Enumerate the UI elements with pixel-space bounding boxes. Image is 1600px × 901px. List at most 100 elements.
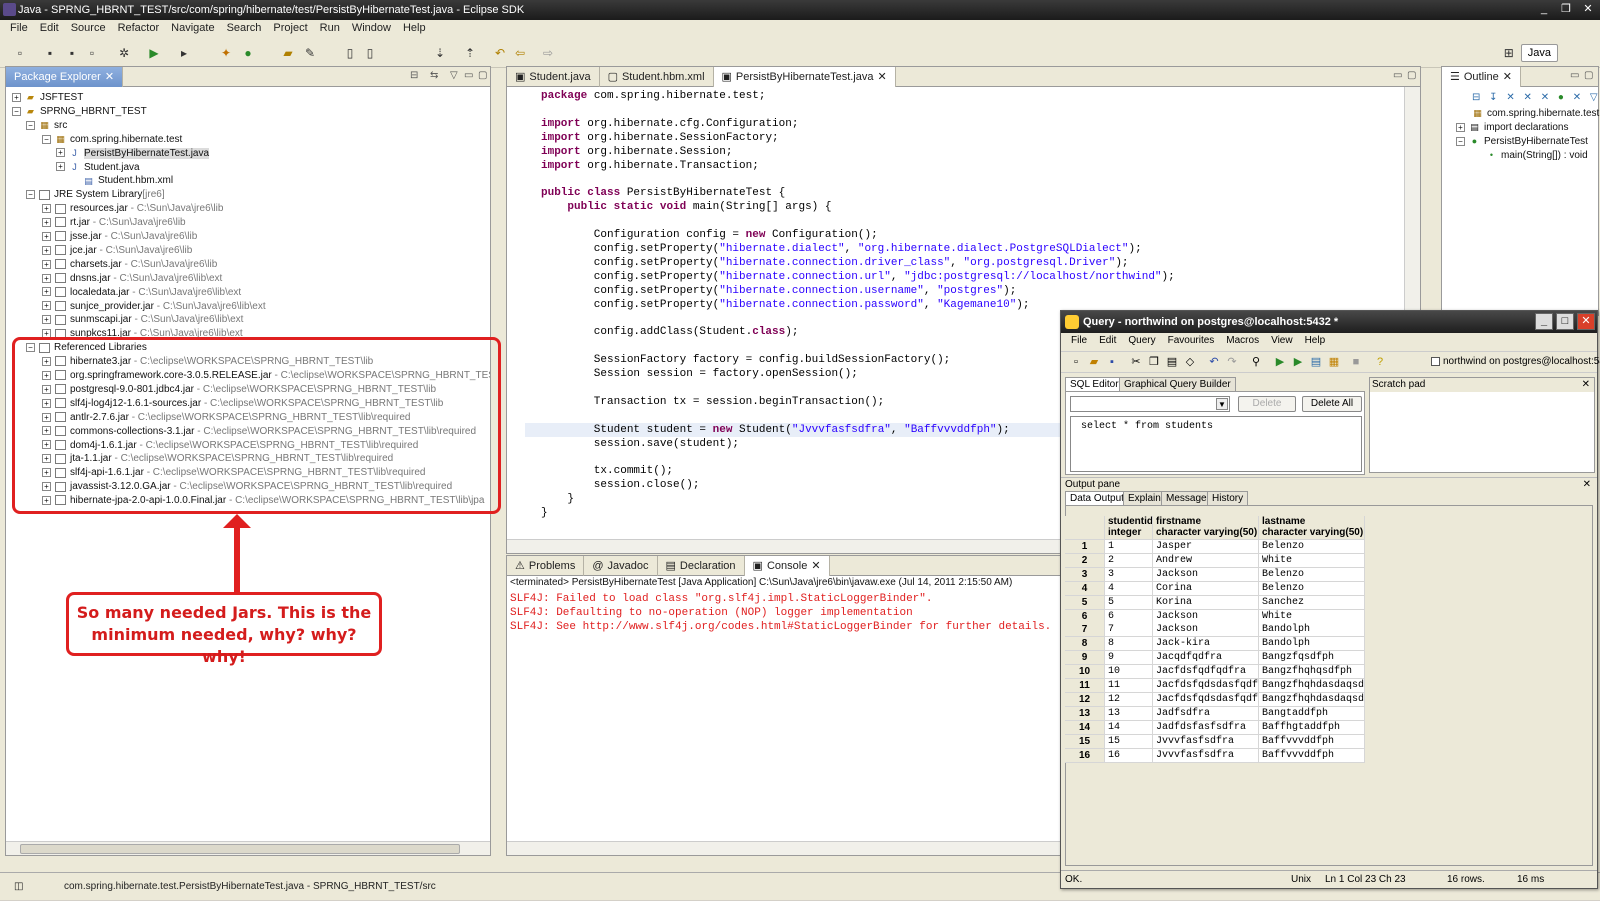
- collapse-icon[interactable]: −: [26, 190, 35, 200]
- cell-studentid[interactable]: 3: [1105, 567, 1153, 582]
- execute-to-file-icon[interactable]: ▤: [1309, 355, 1323, 369]
- outline-class-row[interactable]: − ● PersistByHibernateTest: [1456, 135, 1588, 149]
- cell-studentid[interactable]: 13: [1105, 706, 1153, 721]
- cell-lastname[interactable]: Belenzo: [1259, 567, 1365, 582]
- cell-studentid[interactable]: 15: [1105, 734, 1153, 749]
- menu-run[interactable]: Run: [314, 20, 346, 38]
- open-icon[interactable]: ▰: [1087, 355, 1101, 369]
- chevron-down-icon[interactable]: ▼: [1216, 398, 1228, 410]
- cell-studentid[interactable]: 12: [1105, 692, 1153, 707]
- table-row[interactable]: 10 10 Jacfdsfqdfqdfra Bangzfhqhqsdfph: [1065, 665, 1370, 680]
- view-menu-icon[interactable]: ▽: [1590, 92, 1598, 103]
- cell-studentid[interactable]: 9: [1105, 651, 1153, 666]
- cell-firstname[interactable]: Andrew: [1153, 553, 1259, 568]
- cell-studentid[interactable]: 10: [1105, 665, 1153, 680]
- cell-studentid[interactable]: 7: [1105, 623, 1153, 638]
- cell-studentid[interactable]: 1: [1105, 540, 1153, 554]
- maximize-view-icon[interactable]: ▢: [1584, 70, 1593, 81]
- cell-studentid[interactable]: 11: [1105, 679, 1153, 693]
- expand-icon[interactable]: +: [56, 148, 65, 158]
- close-icon[interactable]: ✕: [1503, 68, 1512, 87]
- close-icon[interactable]: ✕: [105, 68, 114, 87]
- minimize-button[interactable]: _: [1536, 2, 1552, 17]
- cell-firstname[interactable]: Corina: [1153, 581, 1259, 596]
- maximize-view-icon[interactable]: ▢: [478, 70, 487, 81]
- tab-problems[interactable]: ⚠ Problems: [507, 556, 585, 576]
- help-icon[interactable]: ?: [1373, 355, 1387, 369]
- cell-lastname[interactable]: Sanchez: [1259, 595, 1365, 610]
- cell-firstname[interactable]: Jackson: [1153, 609, 1259, 624]
- new-java-project-icon[interactable]: ✦: [218, 45, 234, 61]
- tree-item[interactable]: + resources.jar - C:\Sun\Java\jre6\lib: [42, 202, 223, 216]
- cell-lastname[interactable]: Baffvvvddfph: [1259, 748, 1365, 763]
- cell-firstname[interactable]: Jadfsdfra: [1153, 706, 1259, 721]
- tab-student-java[interactable]: ▣ Student.java: [507, 67, 600, 87]
- save-icon[interactable]: ▪: [42, 45, 58, 61]
- expand-icon[interactable]: +: [42, 245, 51, 255]
- cell-studentid[interactable]: 8: [1105, 637, 1153, 652]
- tab-history[interactable]: History: [1207, 491, 1249, 505]
- tab-javadoc[interactable]: @ Javadoc: [584, 556, 658, 576]
- tree-item[interactable]: + localedata.jar - C:\Sun\Java\jre6\lib\e…: [42, 286, 241, 300]
- link-editor-icon[interactable]: ⇆: [430, 70, 438, 81]
- expand-icon[interactable]: +: [12, 92, 21, 102]
- expand-icon[interactable]: +: [42, 301, 51, 311]
- expand-icon[interactable]: +: [42, 259, 51, 269]
- cell-studentid[interactable]: 14: [1105, 720, 1153, 735]
- cell-lastname[interactable]: Bangzfhqhdasdaqsdf: [1259, 692, 1365, 707]
- column-header-studentid[interactable]: studentid integer: [1105, 516, 1153, 540]
- tree-item[interactable]: − ▦ src: [26, 119, 67, 133]
- tree-item[interactable]: − ▰ SPRNG_HBRNT_TEST: [12, 105, 147, 119]
- run-icon[interactable]: ▶: [146, 45, 162, 61]
- cell-studentid[interactable]: 4: [1105, 581, 1153, 596]
- expand-icon[interactable]: +: [42, 204, 51, 214]
- search-icon[interactable]: ✎: [302, 45, 318, 61]
- menu-edit[interactable]: Edit: [34, 20, 65, 38]
- cell-studentid[interactable]: 16: [1105, 748, 1153, 763]
- save-all-icon[interactable]: ▪: [64, 45, 80, 61]
- forward-icon[interactable]: ⇨: [540, 45, 556, 61]
- collapse-all-icon[interactable]: ⊟: [410, 70, 418, 81]
- scratch-pad-text-area[interactable]: [1372, 394, 1592, 470]
- cell-lastname[interactable]: Bangtaddfph: [1259, 706, 1365, 721]
- hide-static-icon[interactable]: ✕: [1524, 92, 1532, 103]
- cell-firstname[interactable]: Jadfdsfasfsdfra: [1153, 720, 1259, 735]
- open-type-icon[interactable]: ▰: [280, 45, 296, 61]
- cell-firstname[interactable]: Jasper: [1153, 540, 1259, 554]
- close-icon[interactable]: ✕: [811, 557, 820, 576]
- print-icon[interactable]: ▫: [84, 45, 100, 61]
- save-icon[interactable]: ▪: [1105, 355, 1119, 369]
- cell-studentid[interactable]: 2: [1105, 553, 1153, 568]
- expand-icon[interactable]: +: [1456, 122, 1465, 132]
- menu-macros[interactable]: Macros: [1220, 333, 1265, 351]
- close-icon[interactable]: ✕: [1582, 379, 1590, 390]
- tree-item[interactable]: + sunjce_provider.jar - C:\Sun\Java\jre6\…: [42, 300, 266, 314]
- menu-query[interactable]: Query: [1122, 333, 1161, 351]
- horizontal-scrollbar[interactable]: [507, 841, 1060, 855]
- delete-button[interactable]: Delete: [1238, 396, 1296, 412]
- clear-icon[interactable]: ◇: [1183, 355, 1197, 369]
- execute-pgscript-icon[interactable]: ▶: [1291, 355, 1305, 369]
- mark-icon[interactable]: ▯: [362, 45, 378, 61]
- tree-item[interactable]: − ▦ com.spring.hibernate.test: [42, 133, 182, 147]
- sort-icon[interactable]: ↧: [1489, 92, 1497, 103]
- expand-icon[interactable]: +: [42, 315, 51, 325]
- find-icon[interactable]: ⚲: [1249, 355, 1263, 369]
- outline-method-row[interactable]: • main(String[]) : void: [1486, 149, 1588, 163]
- delete-all-button[interactable]: Delete All: [1302, 396, 1362, 412]
- collapse-icon[interactable]: −: [26, 120, 35, 130]
- cancel-query-icon[interactable]: ■: [1349, 355, 1363, 369]
- menu-file[interactable]: File: [1065, 333, 1093, 351]
- java-perspective-button[interactable]: Java: [1520, 44, 1558, 62]
- outline-package-row[interactable]: ▦ com.spring.hibernate.test: [1472, 107, 1599, 121]
- minimize-button[interactable]: _: [1535, 313, 1553, 330]
- table-row[interactable]: 2 2 Andrew White: [1065, 553, 1370, 568]
- collapse-icon[interactable]: −: [1456, 136, 1465, 146]
- new-icon[interactable]: ▫: [12, 45, 28, 61]
- expand-icon[interactable]: +: [42, 217, 51, 227]
- cell-lastname[interactable]: Bangzfhqhqsdfph: [1259, 665, 1365, 680]
- close-button[interactable]: ✕: [1577, 313, 1595, 330]
- tree-item[interactable]: + rt.jar - C:\Sun\Java\jre6\lib: [42, 216, 186, 230]
- collapse-icon[interactable]: −: [12, 106, 21, 116]
- view-menu-icon[interactable]: ▽: [450, 70, 458, 81]
